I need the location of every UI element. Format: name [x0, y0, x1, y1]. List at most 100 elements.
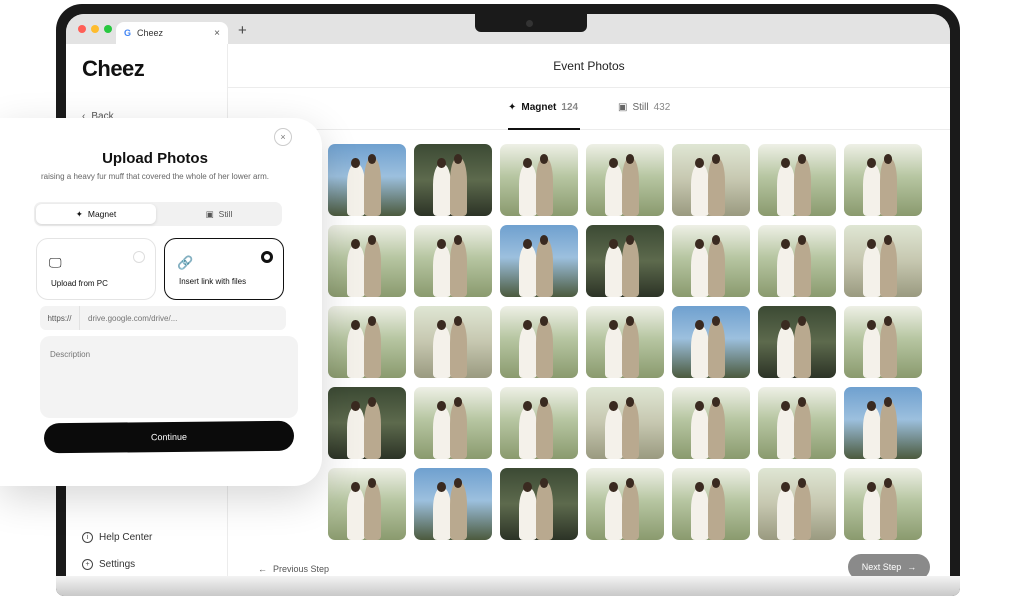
photo-thumbnail[interactable]	[500, 225, 578, 297]
close-window-button[interactable]	[78, 25, 86, 33]
photo-thumbnail[interactable]	[414, 225, 492, 297]
photo-figure	[449, 158, 468, 216]
photo-figure	[449, 482, 468, 540]
tab-magnet-label: Magnet	[521, 102, 557, 113]
tab-magnet[interactable]: ✦ Magnet 124	[508, 102, 578, 113]
photo-thumbnail[interactable]	[672, 387, 750, 459]
photo-figure	[432, 245, 452, 297]
arrow-left-icon: ←	[258, 564, 267, 574]
photo-thumbnail[interactable]	[500, 144, 578, 216]
upload-type-toggle: ✦ Magnet ▣ Still	[34, 202, 282, 226]
photo-thumbnail[interactable]	[844, 468, 922, 540]
photo-figure	[518, 326, 538, 378]
main-content: Event Photos ✦ Magnet 124 ▣ Still 432 ← …	[228, 44, 950, 589]
photo-thumbnail[interactable]	[758, 144, 836, 216]
photo-figure	[707, 401, 726, 459]
photo-thumbnail[interactable]	[758, 225, 836, 297]
photo-thumbnail[interactable]	[328, 306, 406, 378]
photo-thumbnail[interactable]	[500, 387, 578, 459]
photo-thumbnail[interactable]	[758, 387, 836, 459]
photo-figure	[690, 164, 710, 216]
photo-figure	[449, 401, 468, 459]
upload-from-pc-radio[interactable]	[133, 251, 145, 263]
photo-thumbnail[interactable]	[586, 144, 664, 216]
photo-figure	[346, 488, 366, 540]
photo-thumbnail[interactable]	[672, 144, 750, 216]
photo-thumbnail[interactable]	[844, 225, 922, 297]
photo-figure	[879, 482, 898, 540]
image-icon: ▣	[205, 208, 214, 219]
photo-figure	[604, 407, 624, 459]
previous-step-button[interactable]: ← Previous Step	[258, 564, 329, 574]
insert-link-option[interactable]: 🔗 Insert link with files	[164, 238, 284, 300]
settings-link[interactable]: + Settings	[82, 559, 135, 570]
photo-thumbnail[interactable]	[586, 306, 664, 378]
photo-figure	[879, 401, 898, 459]
segment-magnet[interactable]: ✦ Magnet	[36, 204, 156, 224]
upload-photos-card: × Upload Photos raising a heavy fur muff…	[0, 118, 322, 486]
insert-link-radio[interactable]	[261, 251, 273, 263]
google-favicon-icon: G	[124, 28, 132, 38]
url-input[interactable]	[80, 313, 280, 323]
description-field[interactable]	[40, 336, 298, 418]
segment-still[interactable]: ▣ Still	[158, 204, 280, 224]
new-tab-button[interactable]: +	[238, 22, 247, 39]
laptop-base	[56, 576, 960, 596]
photo-thumbnail[interactable]	[586, 387, 664, 459]
photo-thumbnail[interactable]	[414, 306, 492, 378]
photo-thumbnail[interactable]	[328, 468, 406, 540]
photo-thumbnail[interactable]	[328, 144, 406, 216]
photo-thumbnail[interactable]	[672, 468, 750, 540]
photo-figure	[604, 164, 624, 216]
photo-thumbnail[interactable]	[500, 468, 578, 540]
photo-figure	[793, 482, 812, 540]
photo-figure	[363, 320, 382, 378]
active-tab-indicator	[508, 128, 580, 130]
photo-thumbnail[interactable]	[414, 387, 492, 459]
photo-figure	[862, 326, 882, 378]
photo-figure	[535, 320, 554, 378]
photo-thumbnail[interactable]	[328, 225, 406, 297]
photo-thumbnail[interactable]	[672, 225, 750, 297]
photo-figure	[862, 407, 882, 459]
photo-figure	[862, 164, 882, 216]
photo-figure	[432, 164, 452, 216]
photo-figure	[690, 407, 710, 459]
close-icon[interactable]: ×	[274, 128, 292, 146]
photo-thumbnail[interactable]	[844, 306, 922, 378]
photo-thumbnail[interactable]	[758, 306, 836, 378]
tab-still[interactable]: ▣ Still 432	[618, 102, 670, 113]
continue-button[interactable]: Continue	[43, 420, 295, 454]
url-prefix: https://	[40, 306, 80, 330]
photo-thumbnail[interactable]	[586, 468, 664, 540]
photo-figure	[363, 482, 382, 540]
help-center-link[interactable]: i Help Center	[82, 532, 152, 543]
previous-step-label: Previous Step	[273, 564, 330, 574]
photo-thumbnail[interactable]	[414, 468, 492, 540]
photo-thumbnail[interactable]	[844, 387, 922, 459]
photo-thumbnail[interactable]	[328, 387, 406, 459]
photo-figure	[879, 239, 898, 297]
tab-magnet-count: 124	[561, 102, 579, 113]
maximize-window-button[interactable]	[104, 25, 112, 33]
photo-figure	[518, 407, 538, 459]
photo-figure	[604, 326, 624, 378]
window-controls	[78, 25, 112, 33]
browser-tab[interactable]: G Cheez ×	[116, 22, 228, 44]
minimize-window-button[interactable]	[91, 25, 99, 33]
upload-from-pc-option[interactable]: 🖵 Upload from PC	[36, 238, 156, 300]
photo-figure	[518, 488, 538, 540]
photo-grid	[328, 144, 926, 540]
photo-thumbnail[interactable]	[500, 306, 578, 378]
photo-thumbnail[interactable]	[844, 144, 922, 216]
photo-thumbnail[interactable]	[414, 144, 492, 216]
photo-thumbnail[interactable]	[672, 306, 750, 378]
close-tab-icon[interactable]: ×	[214, 28, 220, 39]
photo-figure	[535, 482, 554, 540]
photo-thumbnail[interactable]	[586, 225, 664, 297]
photo-thumbnail[interactable]	[758, 468, 836, 540]
photo-figure	[621, 482, 640, 540]
photo-figure	[604, 245, 624, 297]
segment-magnet-label: Magnet	[87, 209, 117, 219]
photo-figure	[776, 407, 796, 459]
